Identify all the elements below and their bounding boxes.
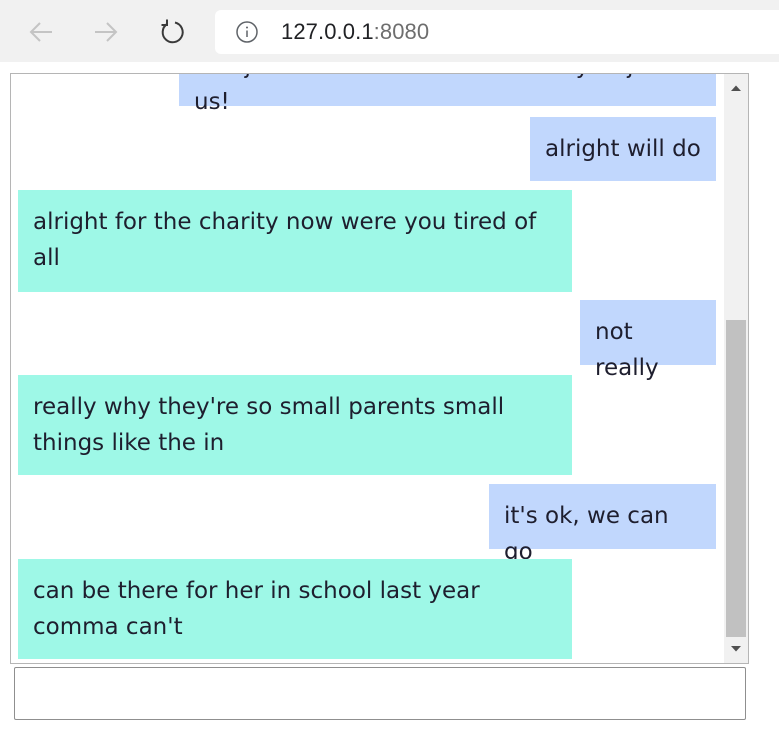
scrollbar-thumb[interactable] bbox=[726, 320, 746, 637]
message-bubble-sent: it's ok, we can go bbox=[489, 484, 716, 565]
message-text: not really bbox=[595, 319, 659, 381]
url-text[interactable]: 127.0.0.1:8080 bbox=[281, 19, 429, 45]
message-text: alright will do bbox=[545, 136, 701, 162]
chat-panel: She just checked back. She's okay to joi… bbox=[10, 73, 749, 664]
message-text: it's ok, we can go bbox=[504, 503, 669, 565]
message-text: can be there for her in school last year… bbox=[33, 578, 480, 640]
scroll-down-button[interactable] bbox=[724, 637, 748, 661]
message-text: really why they're so small parents smal… bbox=[33, 394, 505, 456]
browser-toolbar: 127.0.0.1:8080 bbox=[0, 0, 779, 62]
url-port: :8080 bbox=[373, 19, 430, 44]
url-host: 127.0.0.1 bbox=[281, 19, 374, 44]
message-bubble-received: really why they're so small parents smal… bbox=[18, 375, 572, 475]
triangle-up-icon bbox=[731, 85, 741, 91]
message-text: alright for the charity now were you tir… bbox=[33, 209, 537, 271]
reload-icon bbox=[161, 19, 184, 44]
reload-button[interactable] bbox=[152, 12, 192, 52]
arrow-right-icon bbox=[95, 22, 118, 42]
forward-button[interactable] bbox=[86, 12, 126, 52]
site-info-button[interactable] bbox=[235, 20, 259, 44]
message-bubble-sent: alright will do bbox=[530, 117, 716, 181]
message-bubble-sent: not really bbox=[580, 300, 716, 381]
vertical-scrollbar[interactable] bbox=[724, 74, 748, 663]
back-button[interactable] bbox=[21, 12, 61, 52]
message-input[interactable] bbox=[14, 667, 746, 720]
message-bubble-sent: She just checked back. She's okay to joi… bbox=[179, 74, 716, 115]
scroll-up-button[interactable] bbox=[724, 76, 748, 100]
info-icon bbox=[236, 21, 258, 43]
arrow-left-icon bbox=[29, 22, 52, 42]
address-bar[interactable]: 127.0.0.1:8080 bbox=[215, 10, 779, 54]
message-bubble-received: alright for the charity now were you tir… bbox=[18, 190, 572, 292]
triangle-down-icon bbox=[731, 646, 741, 652]
message-list[interactable]: She just checked back. She's okay to joi… bbox=[11, 74, 723, 663]
message-text: She just checked back. She's okay to joi… bbox=[194, 74, 669, 115]
message-bubble-received: can be there for her in school last year… bbox=[18, 559, 572, 659]
